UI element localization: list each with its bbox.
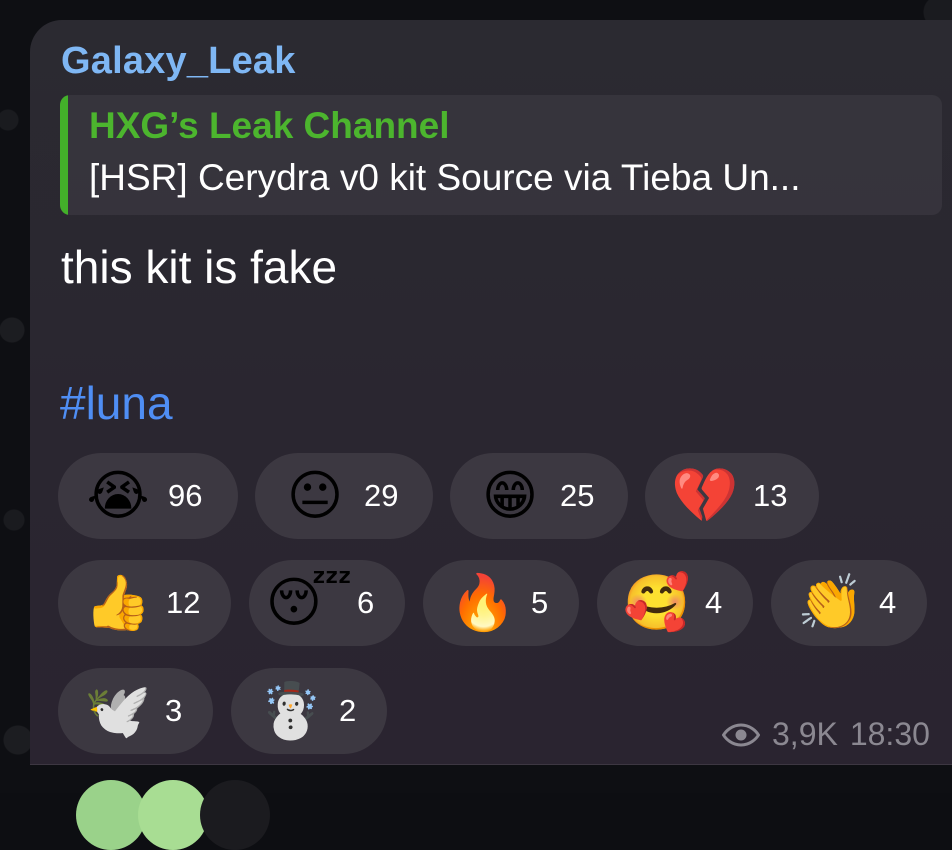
thumbs-up-icon: 👍 (86, 571, 150, 635)
divider (30, 764, 952, 765)
reaction-button[interactable]: 😭 96 (58, 453, 238, 539)
reaction-count: 6 (357, 585, 374, 621)
reaction-button[interactable]: 👍 12 (58, 560, 231, 646)
reaction-count: 2 (339, 693, 356, 729)
reply-text: [HSR] Cerydra v0 kit Source via Tieba Un… (89, 157, 934, 199)
neutral-face-icon: 😐 (283, 464, 347, 528)
fire-icon: 🔥 (451, 571, 515, 635)
sender-name[interactable]: Galaxy_Leak (61, 40, 296, 83)
clapping-hands-icon: 👏 (799, 571, 863, 635)
message-time: 18:30 (850, 716, 930, 753)
reaction-count: 96 (168, 478, 202, 514)
reaction-button[interactable]: 💔 13 (645, 453, 819, 539)
reply-preview[interactable]: HXG’s Leak Channel [HSR] Cerydra v0 kit … (60, 95, 942, 215)
sleeping-face-icon: 😴 (277, 571, 341, 635)
reaction-count: 5 (531, 585, 548, 621)
reaction-button[interactable]: 😐 29 (255, 453, 433, 539)
reaction-button[interactable]: 👏 4 (771, 560, 927, 646)
message-meta: 3,9K 18:30 (722, 716, 930, 753)
reaction-button[interactable]: 🥰 4 (597, 560, 753, 646)
reply-title: HXG’s Leak Channel (89, 105, 450, 147)
beaming-face-icon: 😁 (478, 464, 542, 528)
reaction-button[interactable]: 😁 25 (450, 453, 628, 539)
reaction-count: 12 (166, 585, 200, 621)
broken-heart-icon: 💔 (673, 464, 737, 528)
hashtag-link[interactable]: #luna (60, 376, 173, 430)
message-text: this kit is fake (61, 240, 337, 294)
view-count: 3,9K (772, 716, 838, 753)
reaction-button[interactable]: ☃️ 2 (231, 668, 387, 754)
reaction-button[interactable]: 🔥 5 (423, 560, 579, 646)
reaction-count: 4 (705, 585, 722, 621)
reply-accent-bar (60, 95, 68, 215)
reaction-count: 4 (879, 585, 896, 621)
snowman-icon: ☃️ (259, 679, 323, 743)
avatar[interactable] (200, 780, 270, 850)
reaction-count: 29 (364, 478, 398, 514)
reaction-button[interactable]: 😴 6 (249, 560, 405, 646)
avatar[interactable] (76, 780, 146, 850)
loudly-crying-face-icon: 😭 (86, 464, 150, 528)
dove-icon: 🕊️ (86, 679, 150, 743)
reaction-button[interactable]: 🕊️ 3 (58, 668, 213, 754)
reaction-count: 13 (753, 478, 787, 514)
reaction-count: 3 (165, 693, 182, 729)
avatar[interactable] (138, 780, 208, 850)
smiling-face-with-hearts-icon: 🥰 (625, 571, 689, 635)
eye-icon (722, 723, 760, 747)
reaction-count: 25 (560, 478, 594, 514)
